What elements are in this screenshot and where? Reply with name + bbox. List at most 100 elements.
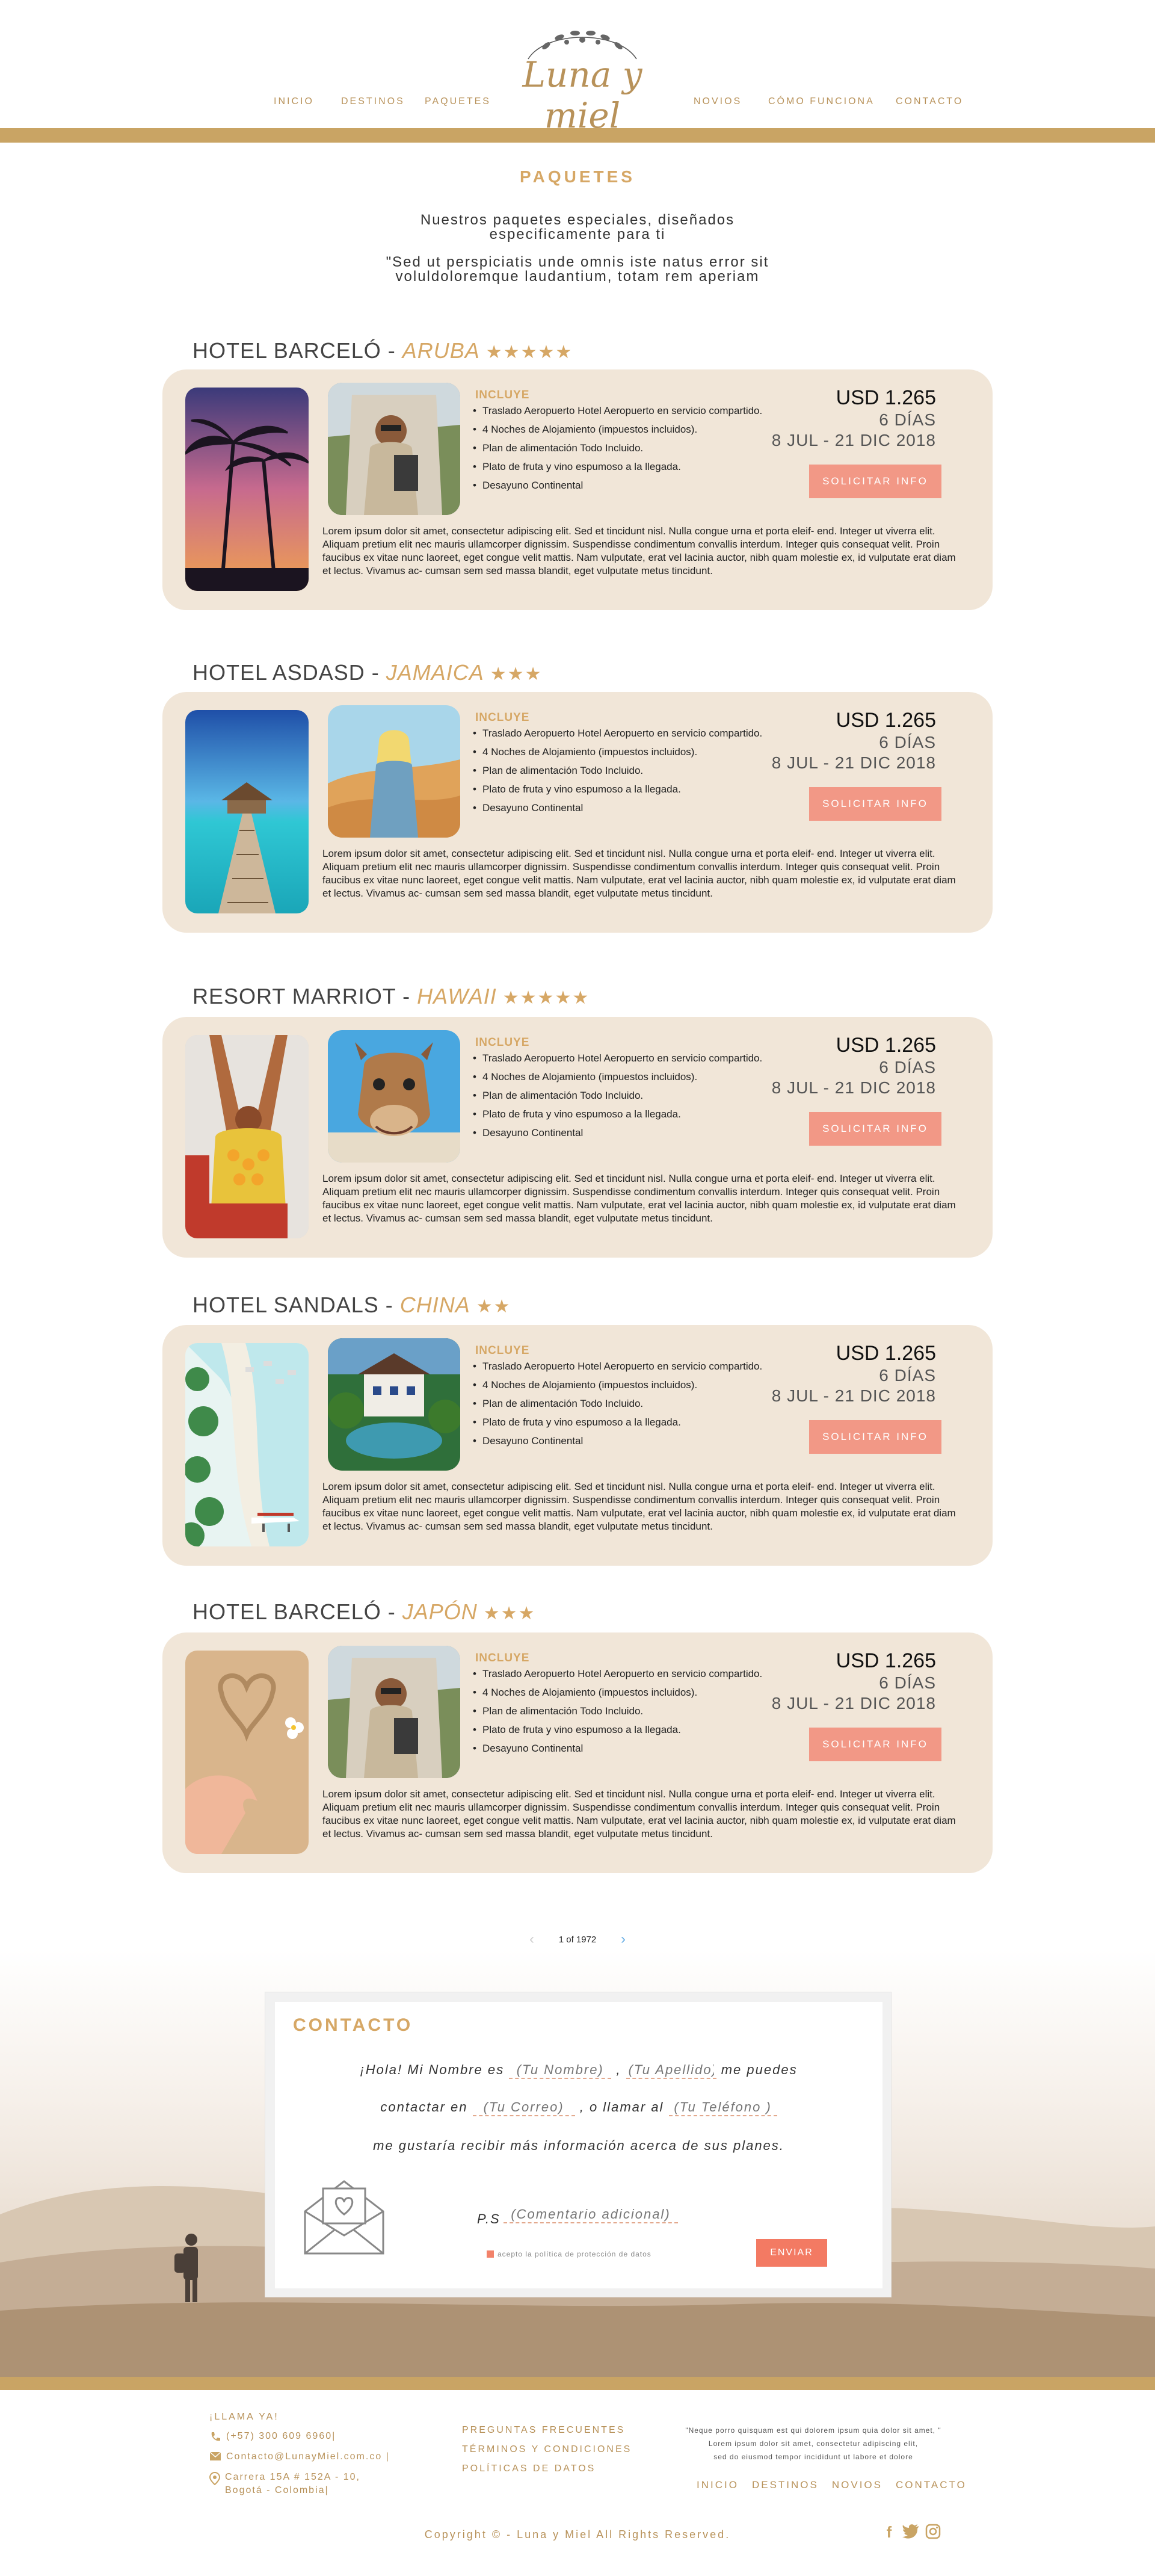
envelope-heart-icon [299,2169,389,2259]
request-info-button[interactable]: SOLICITAR INFO [809,787,941,821]
request-info-button[interactable]: SOLICITAR INFO [809,1728,941,1761]
date-range: 8 JUL - 21 DIC 2018 [771,1078,936,1097]
form-line-name: ¡Hola! Mi Nombre es , me puedes [275,2062,882,2079]
site-header: INICIO DESTINOS PAQUETES Luna y miel NOV… [0,0,1155,136]
hotel-photo [328,1646,460,1778]
last-name-input[interactable] [626,2062,716,2079]
package-description: Lorem ipsum dolor sit amet, consectetur … [322,1481,956,1532]
features-list: Traslado Aeropuerto Hotel Aeropuerto en … [473,1360,786,1453]
date-range: 8 JUL - 21 DIC 2018 [771,1694,936,1713]
destination-name: JAMAICA [386,660,484,685]
footer-divider [0,2377,1155,2390]
send-button[interactable]: ENVIAR [756,2239,827,2267]
email-field[interactable] [472,2099,575,2116]
form-text: ¡Hola! Mi Nombre es [360,2062,505,2077]
facebook-icon[interactable]: f [882,2524,896,2540]
duration: 6 DÍAS [879,1366,936,1385]
request-info-button[interactable]: SOLICITAR INFO [809,1112,941,1146]
quote-line-2: Lorem ipsum dolor sit amet, consectetur … [708,2439,919,2448]
hotel-name: RESORT MARRIOT [192,984,396,1008]
footer-nav-novios[interactable]: NOVIOS [832,2479,882,2491]
destination-name: CHINA [399,1293,470,1317]
hotel-name: HOTEL SANDALS [192,1293,379,1317]
footer-nav-destinos[interactable]: DESTINOS [752,2479,819,2491]
site-footer: ¡LLAMA YA! (+57) 300 609 6960| Contacto@… [0,2390,1155,2576]
faq-link[interactable]: PREGUNTAS FRECUENTES [462,2425,632,2436]
twitter-icon[interactable] [902,2524,919,2539]
destination-name: JAPÓN [402,1599,478,1624]
features-list: Traslado Aeropuerto Hotel Aeropuerto en … [473,404,786,498]
footer-nav-contacto[interactable]: CONTACTO [896,2479,967,2491]
phone-field[interactable] [668,2099,777,2116]
feature-item: Desayuno Continental [473,1435,786,1448]
form-text: me puedes [721,2062,798,2077]
price: USD 1.265 [836,1034,936,1057]
feature-item: Plato de fruta y vino espumoso a la lleg… [473,1416,786,1429]
footer-nav: INICIO DESTINOS NOVIOS CONTACTO [697,2479,967,2491]
destination-photo [185,1343,309,1546]
heading-separator: - [396,984,417,1008]
feature-item: 4 Noches de Alojamiento (impuestos inclu… [473,1379,786,1392]
instagram-icon[interactable] [925,2524,941,2539]
address-line-1: Carrera 15A # 152A - 10, [225,2472,360,2482]
feature-item: Desayuno Continental [473,802,786,815]
first-name-input[interactable] [509,2062,612,2079]
privacy-policy-link[interactable]: POLÍTICAS DE DATOS [462,2463,632,2474]
nav-contacto[interactable]: CONTACTO [896,96,963,107]
feature-item: 4 Noches de Alojamiento (impuestos inclu… [473,423,786,436]
package-heading-china: HOTEL SANDALS - CHINA ★★ [192,1293,511,1318]
footer-address: Carrera 15A # 152A - 10, Bogotá - Colomb… [209,2471,390,2497]
nav-paquetes[interactable]: PAQUETES [425,96,491,107]
heading-separator: - [365,660,386,685]
chevron-left-icon[interactable]: ‹ [529,1931,534,1948]
phone-text: (+57) 300 609 6960| [226,2431,336,2441]
checkbox-icon[interactable] [487,2250,494,2258]
hotel-name: HOTEL BARCELÓ [192,338,381,363]
copyright: Copyright © - Luna y Miel All Rights Res… [424,2528,731,2540]
form-line-interest: me gustaría recibir más información acer… [373,2138,784,2153]
footer-email[interactable]: Contacto@LunayMiel.com.co | [209,2450,390,2463]
hotel-photo [328,1338,460,1471]
nav-inicio[interactable]: INICIO [274,96,314,107]
address-line-2: Bogotá - Colombia| [225,2485,329,2495]
package-description: Lorem ipsum dolor sit amet, consectetur … [322,1173,956,1224]
feature-item: Traslado Aeropuerto Hotel Aeropuerto en … [473,727,786,740]
package-heading-japon: HOTEL BARCELÓ - JAPÓN ★★★ [192,1599,535,1625]
duration: 6 DÍAS [879,410,936,429]
feature-item: Plan de alimentación Todo Incluido. [473,1397,786,1410]
phone-icon [211,2432,220,2441]
features-list: Traslado Aeropuerto Hotel Aeropuerto en … [473,1052,786,1145]
feature-item: Plan de alimentación Todo Incluido. [473,764,786,777]
date-range: 8 JUL - 21 DIC 2018 [771,753,936,772]
comment-field[interactable] [504,2207,678,2223]
footer-nav-inicio[interactable]: INICIO [697,2479,739,2491]
contact-title: CONTACTO [293,2015,413,2035]
request-info-button[interactable]: SOLICITAR INFO [809,1420,941,1454]
footer-phone[interactable]: (+57) 300 609 6960| [209,2430,390,2443]
terms-link[interactable]: TÉRMINOS Y CONDICIONES [462,2444,632,2455]
privacy-checkbox[interactable]: acepto la política de protección de dato… [487,2250,651,2258]
feature-item: 4 Noches de Alojamiento (impuestos inclu… [473,1070,786,1084]
package-description: Lorem ipsum dolor sit amet, consectetur … [322,1788,956,1839]
request-info-button[interactable]: SOLICITAR INFO [809,465,941,498]
destination-name: HAWAII [417,984,497,1008]
footer-links: PREGUNTAS FRECUENTES TÉRMINOS Y CONDICIO… [462,2425,632,2483]
package-card-china: INCLUYE Traslado Aeropuerto Hotel Aeropue… [162,1325,993,1566]
page-indicator: 1 of 1972 [558,1934,597,1945]
chevron-right-icon[interactable]: › [621,1931,626,1948]
package-card-japon: INCLUYE Traslado Aeropuerto Hotel Aeropue… [162,1632,993,1873]
destination-photo [185,1651,309,1854]
site-logo[interactable]: Luna y miel [504,24,661,136]
package-description: Lorem ipsum dolor sit amet, consectetur … [322,848,956,899]
feature-item: Plan de alimentación Todo Incluido. [473,1089,786,1102]
destination-photo [185,388,309,591]
feature-item: 4 Noches de Alojamiento (impuestos inclu… [473,746,786,759]
star-rating-icon: ★★★★★ [485,342,573,362]
package-heading-hawaii: RESORT MARRIOT - HAWAII ★★★★★ [192,984,590,1009]
nav-como-funciona[interactable]: CÓMO FUNCIONA [768,96,875,107]
star-rating-icon: ★★★ [490,664,543,684]
nav-novios[interactable]: NOVIOS [694,96,742,107]
form-text: , [616,2062,621,2077]
footer-quote: "Neque porro quisquam est qui dolorem ip… [667,2424,960,2463]
nav-destinos[interactable]: DESTINOS [341,96,405,107]
